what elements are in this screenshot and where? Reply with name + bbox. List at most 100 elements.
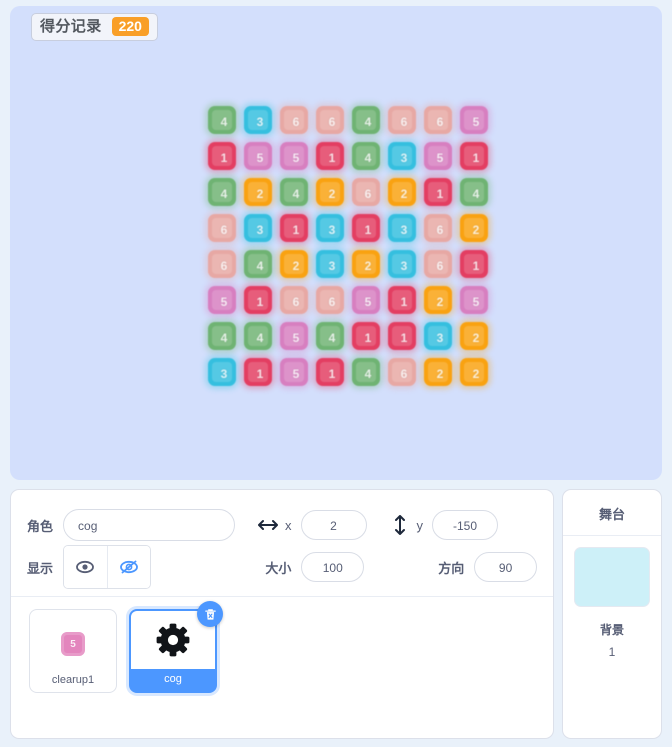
tile-cell[interactable]: 4 — [206, 176, 242, 212]
tile-4[interactable]: 4 — [280, 178, 308, 206]
tile-cell[interactable]: 1 — [386, 284, 422, 320]
tile-3[interactable]: 3 — [316, 214, 344, 242]
sprite-name-input[interactable]: cog — [63, 509, 236, 541]
tile-cell[interactable]: 2 — [422, 356, 458, 392]
tile-4[interactable]: 4 — [208, 322, 236, 350]
show-button[interactable] — [64, 546, 108, 588]
tile-6[interactable]: 6 — [208, 250, 236, 278]
tile-6[interactable]: 6 — [352, 178, 380, 206]
tile-cell[interactable]: 1 — [242, 284, 278, 320]
tile-cell[interactable]: 1 — [386, 320, 422, 356]
tile-3[interactable]: 3 — [244, 214, 272, 242]
tile-cell[interactable]: 5 — [278, 320, 314, 356]
tile-cell[interactable]: 2 — [350, 248, 386, 284]
tile-cell[interactable]: 1 — [350, 320, 386, 356]
y-input[interactable]: -150 — [432, 510, 499, 540]
tile-6[interactable]: 6 — [424, 106, 452, 134]
tile-3[interactable]: 3 — [388, 214, 416, 242]
tile-1[interactable]: 1 — [316, 358, 344, 386]
tile-cell[interactable]: 6 — [206, 212, 242, 248]
tile-2[interactable]: 2 — [460, 322, 488, 350]
tile-1[interactable]: 1 — [208, 142, 236, 170]
tile-cell[interactable]: 4 — [350, 104, 386, 140]
tile-2[interactable]: 2 — [280, 250, 308, 278]
tile-cell[interactable]: 1 — [242, 356, 278, 392]
tile-4[interactable]: 4 — [244, 250, 272, 278]
delete-sprite-button[interactable] — [197, 601, 223, 627]
tile-5[interactable]: 5 — [208, 286, 236, 314]
tile-5[interactable]: 5 — [280, 322, 308, 350]
tile-2[interactable]: 2 — [388, 178, 416, 206]
tile-cell[interactable]: 3 — [242, 104, 278, 140]
tile-cell[interactable]: 5 — [242, 140, 278, 176]
tile-2[interactable]: 2 — [424, 286, 452, 314]
tile-cell[interactable]: 6 — [278, 104, 314, 140]
tile-5[interactable]: 5 — [244, 142, 272, 170]
tile-6[interactable]: 6 — [280, 106, 308, 134]
tile-3[interactable]: 3 — [388, 142, 416, 170]
tile-cell[interactable]: 2 — [458, 320, 494, 356]
tile-6[interactable]: 6 — [424, 250, 452, 278]
tile-cell[interactable]: 3 — [386, 212, 422, 248]
tile-5[interactable]: 5 — [460, 286, 488, 314]
tile-3[interactable]: 3 — [388, 250, 416, 278]
tile-cell[interactable]: 4 — [458, 176, 494, 212]
tile-3[interactable]: 3 — [208, 358, 236, 386]
tile-cell[interactable]: 6 — [422, 104, 458, 140]
tile-cell[interactable]: 5 — [458, 284, 494, 320]
tile-cell[interactable]: 6 — [350, 176, 386, 212]
tile-cell[interactable]: 1 — [314, 356, 350, 392]
tile-2[interactable]: 2 — [460, 358, 488, 386]
tile-1[interactable]: 1 — [352, 214, 380, 242]
tile-cell[interactable]: 5 — [458, 104, 494, 140]
tile-cell[interactable]: 3 — [386, 248, 422, 284]
tile-cell[interactable]: 6 — [206, 248, 242, 284]
tile-6[interactable]: 6 — [388, 358, 416, 386]
tile-cell[interactable]: 6 — [386, 104, 422, 140]
tile-5[interactable]: 5 — [280, 358, 308, 386]
size-input[interactable]: 100 — [301, 552, 365, 582]
tile-cell[interactable]: 6 — [314, 104, 350, 140]
tile-1[interactable]: 1 — [424, 178, 452, 206]
tile-cell[interactable]: 6 — [422, 212, 458, 248]
tile-cell[interactable]: 6 — [314, 284, 350, 320]
tile-5[interactable]: 5 — [352, 286, 380, 314]
tile-6[interactable]: 6 — [424, 214, 452, 242]
tile-2[interactable]: 2 — [244, 178, 272, 206]
tile-6[interactable]: 6 — [316, 286, 344, 314]
tile-cell[interactable]: 1 — [314, 140, 350, 176]
tile-4[interactable]: 4 — [352, 142, 380, 170]
tile-cell[interactable]: 6 — [278, 284, 314, 320]
tile-6[interactable]: 6 — [280, 286, 308, 314]
tile-cell[interactable]: 3 — [242, 212, 278, 248]
tile-cell[interactable]: 6 — [422, 248, 458, 284]
tile-1[interactable]: 1 — [316, 142, 344, 170]
tile-cell[interactable]: 6 — [386, 356, 422, 392]
x-input[interactable]: 2 — [300, 510, 367, 540]
tile-5[interactable]: 5 — [424, 142, 452, 170]
tile-4[interactable]: 4 — [352, 106, 380, 134]
tile-1[interactable]: 1 — [388, 286, 416, 314]
tile-cell[interactable]: 2 — [458, 356, 494, 392]
tile-4[interactable]: 4 — [244, 322, 272, 350]
tile-grid[interactable]: 4 3 6 6 4 6 6 5 1 5 5 1 4 3 5 1 4 2 4 2 6 2 1 4 6 3 1 3 1 3 6 2 6 4 2 3 2 3 6 1… — [206, 104, 494, 392]
tile-cell[interactable]: 4 — [314, 320, 350, 356]
tile-cell[interactable]: 1 — [458, 140, 494, 176]
tile-cell[interactable]: 1 — [422, 176, 458, 212]
tile-1[interactable]: 1 — [460, 142, 488, 170]
tile-3[interactable]: 3 — [424, 322, 452, 350]
tile-5[interactable]: 5 — [280, 142, 308, 170]
tile-2[interactable]: 2 — [460, 214, 488, 242]
tile-cell[interactable]: 3 — [422, 320, 458, 356]
tile-1[interactable]: 1 — [244, 286, 272, 314]
stage-selector-panel[interactable]: 舞台 背景 1 — [562, 489, 662, 739]
tile-2[interactable]: 2 — [316, 178, 344, 206]
tile-cell[interactable]: 4 — [278, 176, 314, 212]
tile-cell[interactable]: 4 — [350, 140, 386, 176]
tile-cell[interactable]: 1 — [458, 248, 494, 284]
tile-cell[interactable]: 2 — [314, 176, 350, 212]
tile-cell[interactable]: 4 — [206, 320, 242, 356]
tile-cell[interactable]: 5 — [422, 140, 458, 176]
tile-cell[interactable]: 5 — [350, 284, 386, 320]
tile-cell[interactable]: 1 — [350, 212, 386, 248]
